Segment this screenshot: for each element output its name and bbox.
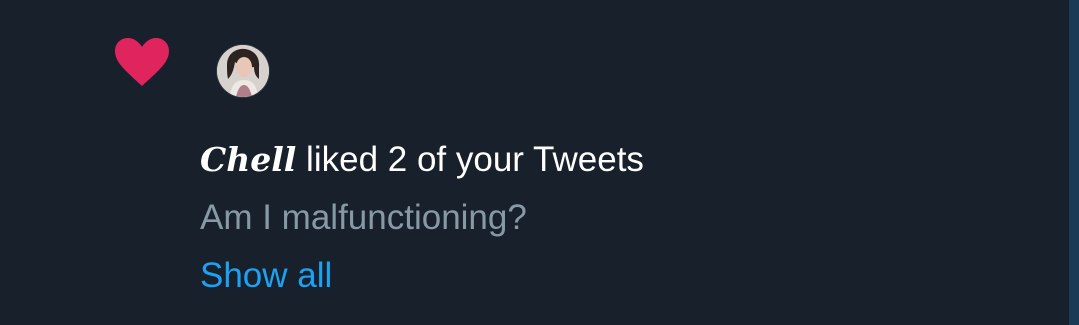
avatar[interactable] bbox=[217, 45, 269, 97]
notification-headline: Chell liked 2 of your Tweets bbox=[200, 138, 644, 182]
show-all-link[interactable]: Show all bbox=[200, 254, 332, 298]
heart-icon bbox=[115, 38, 169, 86]
scrollbar-edge[interactable] bbox=[1069, 0, 1079, 325]
avatar-image bbox=[217, 45, 269, 97]
action-text: liked 2 of your Tweets bbox=[296, 140, 644, 179]
like-notification[interactable]: Chell liked 2 of your Tweets Am I malfun… bbox=[0, 0, 1069, 325]
user-name[interactable]: Chell bbox=[200, 140, 296, 179]
tweet-preview[interactable]: Am I malfunctioning? bbox=[200, 196, 527, 240]
